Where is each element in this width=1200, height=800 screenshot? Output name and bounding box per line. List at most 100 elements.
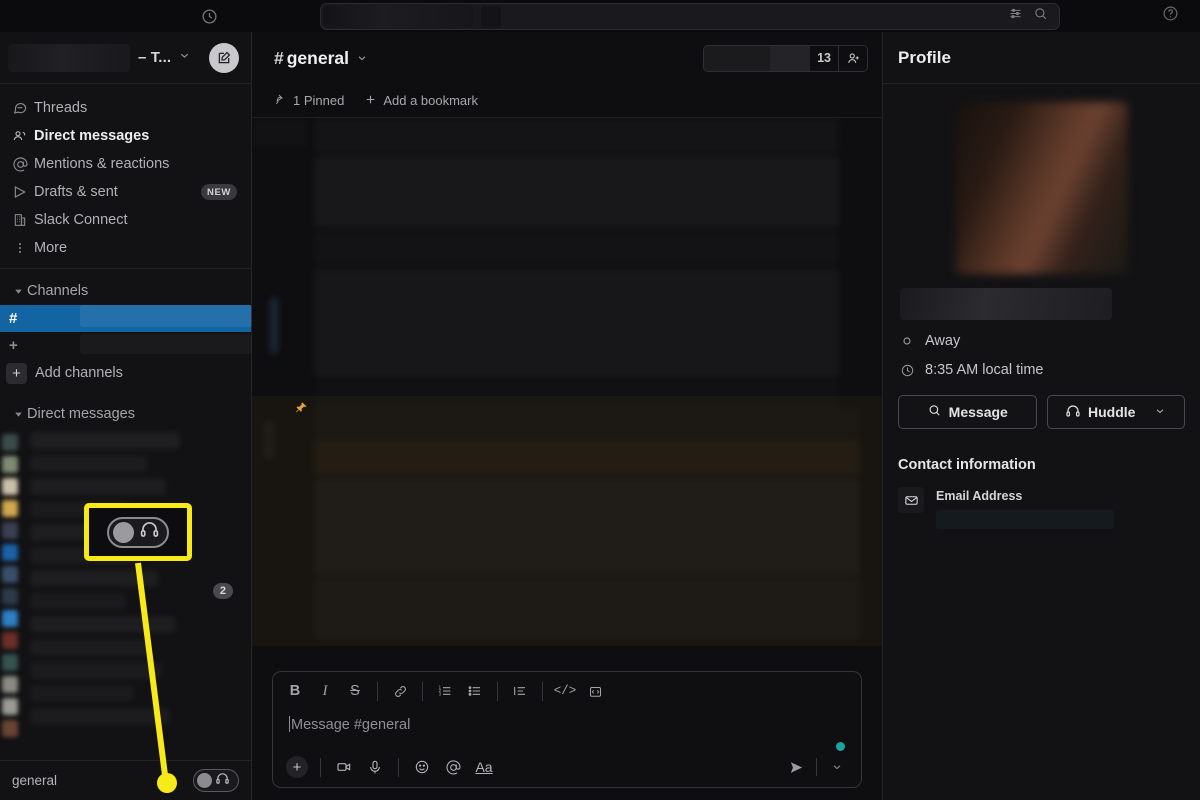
headphones-icon <box>215 771 230 791</box>
sidebar-item-drafts-sent[interactable]: Drafts & sent NEW <box>0 178 251 206</box>
clock-icon[interactable] <box>201 8 218 25</box>
profile-action-buttons: Message Huddle <box>898 395 1185 429</box>
sidebar-channel-active[interactable]: # <box>0 305 252 332</box>
strikethrough-button[interactable]: S <box>341 677 369 705</box>
headphones-icon <box>139 519 160 545</box>
main-content: # general 13 1 Pinned Add a bookmark B I… <box>252 32 882 800</box>
chevron-down-icon[interactable] <box>178 49 191 67</box>
channels-section-title: Channels <box>27 283 89 299</box>
sidebar-item-label: Drafts & sent <box>34 184 118 200</box>
sidebar-item-direct-messages[interactable]: Direct messages <box>0 122 251 150</box>
sidebar-item-more[interactable]: More <box>0 234 251 262</box>
search-icon[interactable] <box>1033 6 1048 26</box>
at-icon <box>12 156 34 173</box>
video-clip-button[interactable] <box>330 753 358 781</box>
chevron-down-icon[interactable] <box>1154 404 1166 420</box>
channel-name: general <box>286 47 349 68</box>
contact-email-row[interactable]: Email Address <box>898 487 1185 529</box>
svg-text:3: 3 <box>439 692 442 697</box>
blockquote-button[interactable] <box>506 677 534 705</box>
dm-avatar-rail <box>0 428 20 760</box>
building-icon <box>12 212 34 228</box>
sidebar-item-label: Slack Connect <box>34 212 128 228</box>
hash-icon: # <box>9 310 18 327</box>
pinned-button[interactable]: 1 Pinned <box>274 93 344 109</box>
code-glyph: </> <box>553 684 577 698</box>
chevron-down-icon <box>9 409 27 420</box>
dm-unread-badge: 2 <box>212 583 233 599</box>
add-person-icon[interactable] <box>838 45 867 71</box>
divider <box>377 681 378 701</box>
huddle-button-label: Huddle <box>1088 404 1136 420</box>
toggle-knob <box>113 521 134 543</box>
audio-clip-button[interactable] <box>361 753 389 781</box>
pinned-label: 1 Pinned <box>293 93 345 108</box>
sidebar-item-label: Direct messages <box>34 128 150 144</box>
plus-icon: + <box>9 336 18 354</box>
huddle-toggle[interactable] <box>193 769 239 792</box>
sidebar-item-slack-connect[interactable]: Slack Connect <box>0 206 251 234</box>
link-button[interactable] <box>386 677 414 705</box>
workspace-name: – T... <box>138 49 172 66</box>
workspace-header[interactable]: – T... <box>0 32 251 84</box>
envelope-icon <box>898 487 924 513</box>
code-button[interactable]: </> <box>551 677 579 705</box>
channels-section-header[interactable]: Channels <box>0 277 251 305</box>
sidebar-item-mentions-reactions[interactable]: Mentions & reactions <box>0 150 251 178</box>
compose-button[interactable] <box>209 42 239 73</box>
workspace-name-redacted <box>8 44 130 72</box>
add-bookmark-label: Add a bookmark <box>383 93 478 108</box>
divider <box>542 681 543 701</box>
add-bookmark-button[interactable]: Add a bookmark <box>364 93 478 109</box>
chevron-down-icon <box>9 286 27 297</box>
top-bar-right <box>1140 5 1200 27</box>
bold-button[interactable]: B <box>281 677 309 705</box>
ordered-list-button[interactable]: 1 2 3 <box>431 677 459 705</box>
members-button[interactable]: 13 <box>703 44 868 72</box>
send-button[interactable] <box>782 753 810 781</box>
member-avatars-redacted-2 <box>770 45 811 71</box>
sidebar-item-label: Threads <box>34 100 88 116</box>
divider <box>497 681 498 701</box>
channel-row-redacted <box>80 334 252 354</box>
italic-button[interactable]: I <box>311 677 339 705</box>
send-area <box>782 753 851 781</box>
formatting-button[interactable]: Aa <box>470 753 498 781</box>
contact-email-block: Email Address <box>936 487 1114 529</box>
attach-button[interactable]: + <box>283 753 311 781</box>
message-composer[interactable]: B I S 1 2 3 </> Message #general + Aa <box>272 671 862 788</box>
add-channels-label: Add channels <box>35 365 123 381</box>
help-icon[interactable] <box>1162 5 1179 27</box>
bulleted-list-button[interactable] <box>461 677 489 705</box>
filter-icon[interactable] <box>1008 6 1023 26</box>
huddle-toggle-zoomed[interactable] <box>107 516 169 548</box>
search-input[interactable] <box>320 2 1060 30</box>
add-channels-button[interactable]: + Add channels <box>0 358 251 388</box>
profile-local-time: 8:35 AM local time <box>898 362 1185 378</box>
dm-list[interactable]: 2 <box>0 428 251 760</box>
contact-section-title: Contact information <box>898 457 1036 473</box>
email-value-redacted <box>936 510 1114 529</box>
message-button[interactable]: Message <box>898 395 1037 429</box>
channels-section: Channels # + + Add channels <box>0 269 252 388</box>
bookmark-bar: 1 Pinned Add a bookmark <box>252 84 882 118</box>
avatar <box>955 102 1128 274</box>
channel-title[interactable]: # general <box>274 48 368 69</box>
new-badge: NEW <box>201 184 237 200</box>
huddle-button[interactable]: Huddle <box>1046 395 1185 429</box>
channel-name-redacted <box>80 305 252 327</box>
search-icon-group <box>1008 6 1059 26</box>
emoji-button[interactable] <box>408 753 436 781</box>
email-label: Email Address <box>936 489 1023 503</box>
member-avatars-redacted <box>704 45 771 71</box>
member-count: 13 <box>817 51 831 65</box>
message-list[interactable] <box>252 118 882 661</box>
dm-section-header[interactable]: Direct messages <box>0 400 251 428</box>
mention-button[interactable] <box>439 753 467 781</box>
send-options-button[interactable] <box>823 753 851 781</box>
code-block-button[interactable] <box>581 677 609 705</box>
search-value-redacted <box>323 4 473 28</box>
sidebar-channel-add-row[interactable]: + <box>0 332 251 358</box>
sidebar-item-threads[interactable]: Threads <box>0 94 251 122</box>
message-input[interactable]: Message #general <box>273 710 861 751</box>
